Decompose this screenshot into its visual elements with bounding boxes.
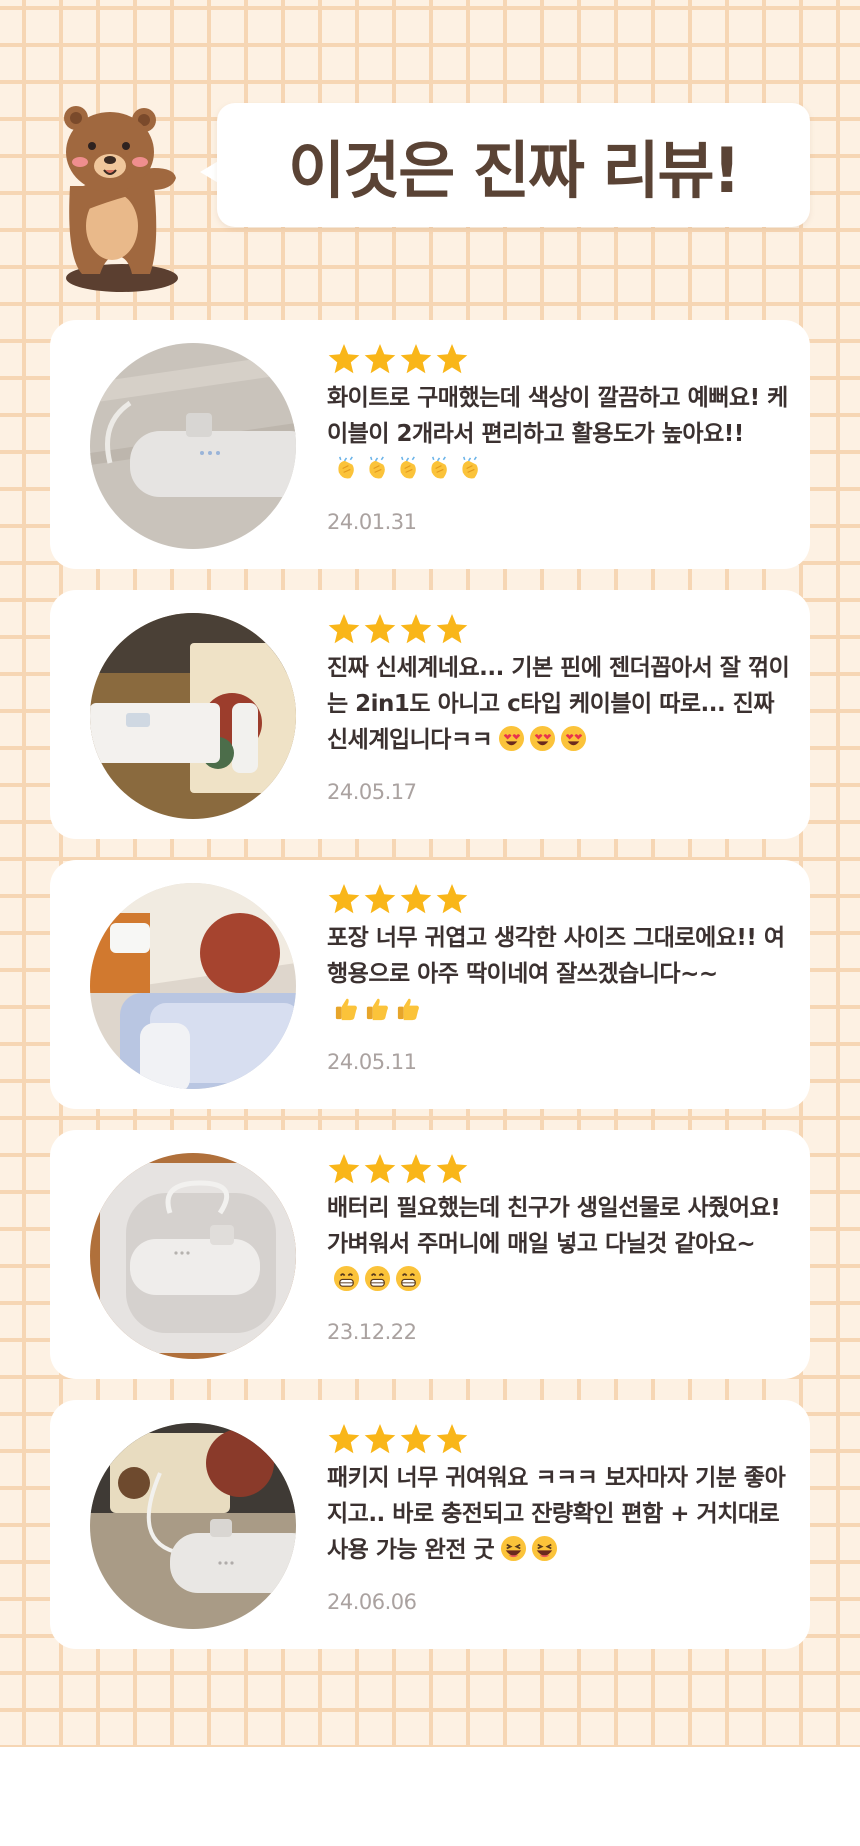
emoji-group (333, 995, 422, 1022)
review-photo (90, 1153, 296, 1359)
thumbs-up-icon (397, 998, 419, 1021)
review-date: 24.05.17 (327, 780, 417, 804)
grinning-face-icon (395, 1265, 422, 1292)
star-rating (327, 612, 469, 646)
review-text: 화이트로 구매했는데 색상이 깔끔하고 예뻐요! 케이블이 2개라서 편리하고 … (327, 385, 788, 447)
bear-mascot-icon (64, 106, 178, 292)
page-title: 이것은 진짜 리뷰! (288, 134, 741, 207)
header: 이것은 진짜 리뷰! (0, 0, 860, 300)
star-icon (364, 614, 396, 644)
review-date: 24.06.06 (327, 1590, 417, 1614)
clapping-hands-icon (431, 456, 447, 479)
heart-eyes-face-icon (561, 725, 587, 752)
star-rating (327, 342, 469, 376)
star-icon (328, 344, 360, 374)
star-icon (436, 344, 468, 374)
heart-eyes-face-icon (499, 725, 525, 752)
star-icon (400, 344, 432, 374)
star-icon (436, 1154, 468, 1184)
star-icon (400, 1424, 432, 1454)
review-text-block: 배터리 필요했는데 친구가 생일선물로 사줬어요! 가벼워서 주머니에 매일 넣… (327, 1190, 797, 1298)
laughing-face-icon (501, 1535, 527, 1562)
review-card: 화이트로 구매했는데 색상이 깔끔하고 예뻐요! 케이블이 2개라서 편리하고 … (50, 320, 810, 569)
review-date: 23.12.22 (327, 1320, 417, 1344)
review-card: 포장 너무 귀엽고 생각한 사이즈 그대로에요!! 여행용으로 아주 딱이네여 … (50, 860, 810, 1109)
star-icon (364, 1154, 396, 1184)
review-card: 패키지 너무 귀여워요 ㅋㅋㅋ 보자마자 기분 좋아지고.. 바로 충전되고 잔… (50, 1400, 810, 1649)
emoji-group (333, 1265, 422, 1292)
thumbs-up-icon (335, 998, 357, 1021)
star-icon (436, 614, 468, 644)
review-text-block: 화이트로 구매했는데 색상이 깔끔하고 예뻐요! 케이블이 2개라서 편리하고 … (327, 380, 797, 488)
star-icon (328, 884, 360, 914)
star-icon (364, 1424, 396, 1454)
grinning-face-icon (333, 1265, 360, 1292)
review-text-block: 포장 너무 귀엽고 생각한 사이즈 그대로에요!! 여행용으로 아주 딱이네여 … (327, 920, 797, 1028)
star-icon (364, 344, 396, 374)
review-text-block: 진짜 신세계네요... 기본 핀에 젠더꼽아서 잘 꺾이는 2in1도 아니고 … (327, 650, 797, 758)
review-photo (90, 1423, 296, 1629)
review-text: 포장 너무 귀엽고 생각한 사이즈 그대로에요!! 여행용으로 아주 딱이네여 … (327, 925, 785, 987)
star-icon (328, 1154, 360, 1184)
review-photo (90, 343, 296, 549)
heart-eyes-face-icon (530, 725, 556, 752)
emoji-group (333, 455, 484, 482)
thumbs-up-icon (366, 998, 388, 1021)
star-icon (364, 884, 396, 914)
clapping-hands-icon (338, 456, 354, 479)
review-photo (90, 883, 296, 1089)
review-photo (90, 613, 296, 819)
review-card: 진짜 신세계네요... 기본 핀에 젠더꼽아서 잘 꺾이는 2in1도 아니고 … (50, 590, 810, 839)
star-icon (436, 884, 468, 914)
review-card: 배터리 필요했는데 친구가 생일선물로 사줬어요! 가벼워서 주머니에 매일 넣… (50, 1130, 810, 1379)
star-icon (328, 614, 360, 644)
star-rating (327, 1422, 469, 1456)
review-text-block: 패키지 너무 귀여워요 ㅋㅋㅋ 보자마자 기분 좋아지고.. 바로 충전되고 잔… (327, 1460, 797, 1568)
review-date: 24.01.31 (327, 510, 417, 534)
grinning-face-icon (364, 1265, 391, 1292)
star-icon (400, 1154, 432, 1184)
clapping-hands-icon (462, 456, 478, 479)
laughing-face-icon (532, 1535, 558, 1562)
review-date: 24.05.11 (327, 1050, 417, 1074)
star-icon (328, 1424, 360, 1454)
star-icon (400, 884, 432, 914)
star-icon (400, 614, 432, 644)
star-icon (436, 1424, 468, 1454)
emoji-group (500, 1535, 558, 1562)
emoji-group (498, 725, 587, 752)
clapping-hands-icon (400, 456, 416, 479)
clapping-hands-icon (369, 456, 385, 479)
review-text: 배터리 필요했는데 친구가 생일선물로 사줬어요! 가벼워서 주머니에 매일 넣… (327, 1195, 781, 1257)
star-rating (327, 1152, 469, 1186)
star-rating (327, 882, 469, 916)
